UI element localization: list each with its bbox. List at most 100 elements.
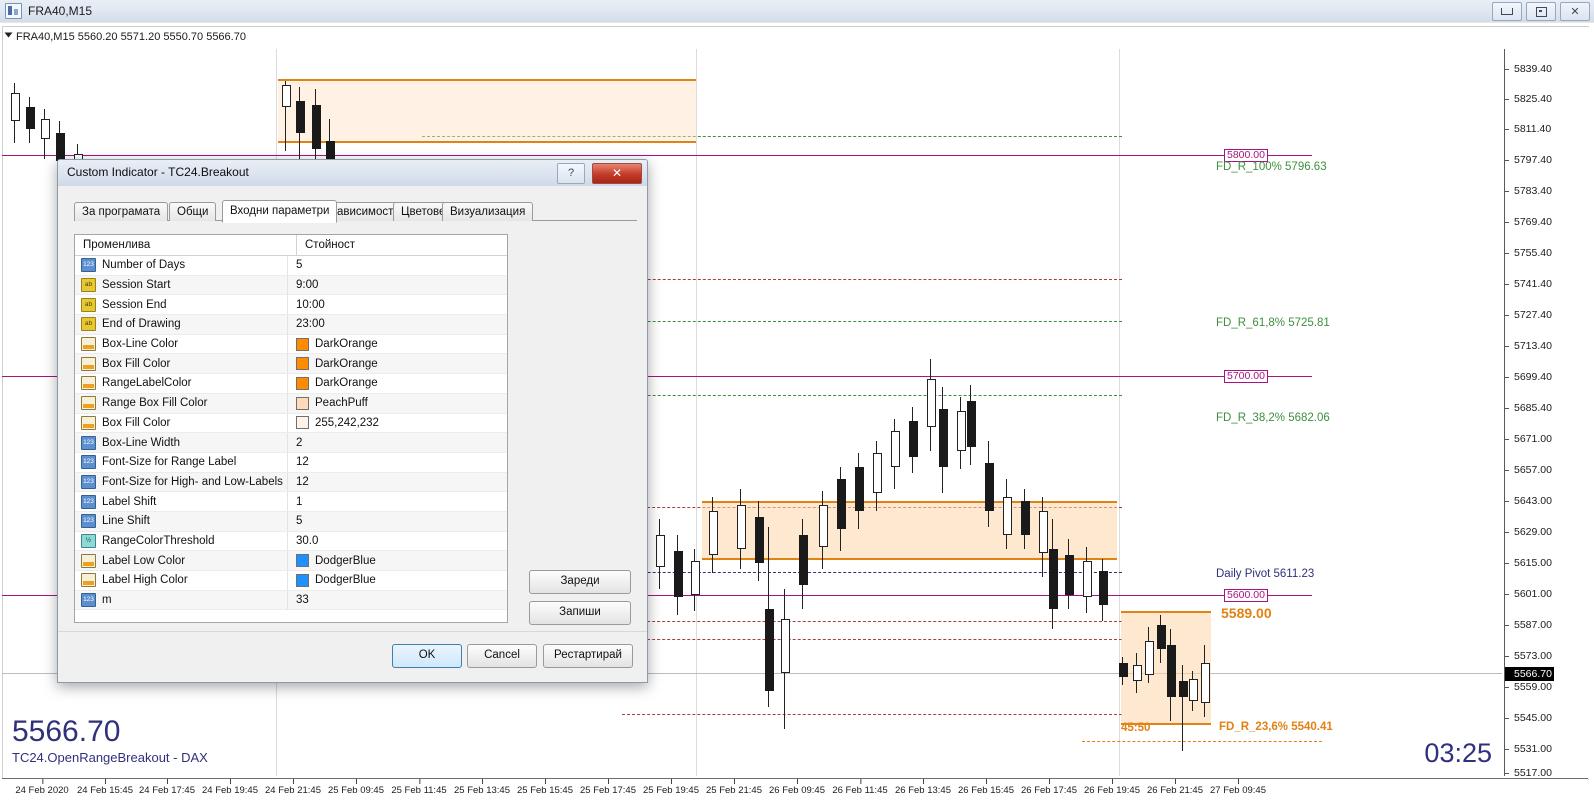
dialog-close-button[interactable]: ✕ <box>592 163 642 184</box>
parameter-value: DodgerBlue <box>315 574 376 587</box>
y-tick: 5573.00 <box>1505 650 1552 662</box>
parameter-value-cell[interactable]: 1 <box>288 492 507 511</box>
x-tick: 26 Feb 11:45 <box>832 779 888 796</box>
parameter-row[interactable]: ab Session End 10:00 <box>75 295 507 316</box>
parameter-value-cell[interactable]: 12 <box>288 453 507 472</box>
candle-body <box>1119 663 1128 677</box>
dialog-tabs: За програмата Общи Входни параметри Зави… <box>74 200 637 223</box>
candle-body <box>1133 665 1142 681</box>
parameter-value-cell[interactable]: 9:00 <box>288 276 507 295</box>
parameter-label: Font-Size for High- and Low-Labels <box>102 475 283 488</box>
ok-button[interactable]: OK <box>392 644 462 668</box>
price-tag-5600: 5600.00 <box>1224 589 1268 602</box>
parameter-name-cell: Label Low Color <box>75 551 288 570</box>
color-swatch <box>296 416 309 430</box>
parameter-row[interactable]: 123 Box-Line Width 2 <box>75 433 507 453</box>
parameter-row[interactable]: Box Fill Color 255,242,232 <box>75 413 507 434</box>
parameter-row[interactable]: ½ RangeColorThreshold 30.0 <box>75 531 507 552</box>
parameter-row[interactable]: 123 Font-Size for Range Label 12 <box>75 452 507 473</box>
load-button[interactable]: Зареди <box>529 570 631 594</box>
parameter-value-cell[interactable]: 12 <box>288 473 507 492</box>
cancel-button[interactable]: Cancel <box>467 644 537 668</box>
parameter-value-cell[interactable]: 5 <box>288 512 507 531</box>
y-tick: 5587.00 <box>1505 619 1552 631</box>
y-tick: 5685.40 <box>1505 402 1552 414</box>
support-line-4 <box>622 639 1122 640</box>
candle-body <box>1179 681 1188 697</box>
parameter-row[interactable]: 123 Font-Size for High- and Low-Labels 12 <box>75 472 507 493</box>
restart-button[interactable]: Рестартирай <box>543 644 633 668</box>
parameter-value-cell[interactable]: 30.0 <box>288 532 507 551</box>
y-tick: 5545.00 <box>1505 712 1552 724</box>
parameter-value-cell[interactable]: DarkOrange <box>288 354 507 373</box>
color-icon <box>81 337 96 352</box>
save-button[interactable]: Запиши <box>529 601 631 625</box>
parameter-row[interactable]: 123 m 33 <box>75 590 507 611</box>
parameter-row[interactable]: ab Session Start 9:00 <box>75 275 507 296</box>
parameter-value: 5 <box>296 515 303 528</box>
candle-body <box>1189 679 1198 701</box>
y-tick: 5741.40 <box>1505 278 1552 290</box>
parameter-row[interactable]: Label High Color DodgerBlue <box>75 571 507 591</box>
current-price-tick: 5566.70 <box>1505 667 1554 681</box>
parameter-row[interactable]: 123 Line Shift 5 <box>75 511 507 532</box>
collapse-triangle-icon[interactable] <box>4 32 13 38</box>
parameter-value: 2 <box>296 436 303 449</box>
x-tick: 25 Feb 15:45 <box>517 779 573 796</box>
x-tick: 26 Feb 21:45 <box>1147 779 1203 796</box>
y-tick: 5559.00 <box>1505 681 1552 693</box>
parameter-row[interactable]: Box Fill Color DarkOrange <box>75 354 507 375</box>
price-tag-5700: 5700.00 <box>1224 370 1268 383</box>
fib-label-618: FD_R_61,8% 5725.81 <box>1216 317 1330 329</box>
parameter-value-cell[interactable]: DodgerBlue <box>288 551 507 570</box>
dialog-titlebar[interactable]: Custom Indicator - TC24.Breakout ? ✕ <box>58 160 647 187</box>
parameter-row[interactable]: ab End of Drawing 23:00 <box>75 315 507 335</box>
color-swatch <box>296 396 309 410</box>
tab-about[interactable]: За програмата <box>74 202 169 221</box>
parameter-name-cell: ab End of Drawing <box>75 315 288 334</box>
parameters-grid[interactable]: Променлива Стойност 123 Number of Days 5 ab… <box>74 234 508 623</box>
parameter-value-cell[interactable]: 5 <box>288 256 507 275</box>
parameter-row[interactable]: 123 Number of Days 5 <box>75 256 507 276</box>
color-icon <box>81 553 96 568</box>
dialog-title: Custom Indicator - TC24.Breakout <box>67 165 249 179</box>
parameter-row[interactable]: Range Box Fill Color PeachPuff <box>75 393 507 414</box>
fib-label-100: FD_R_100% 5796.63 <box>1216 161 1327 173</box>
parameter-value-cell[interactable]: PeachPuff <box>288 394 507 413</box>
parameter-row[interactable]: RangeLabelColor DarkOrange <box>75 374 507 394</box>
color-icon <box>81 376 96 391</box>
parameter-row[interactable]: 123 Label Shift 1 <box>75 492 507 512</box>
x-tick: 24 Feb 21:45 <box>265 779 321 796</box>
minimize-button[interactable] <box>1492 2 1522 21</box>
close-button[interactable]: ✕ <box>1560 2 1590 21</box>
parameter-row[interactable]: Box-Line Color DarkOrange <box>75 334 507 355</box>
tab-inputs[interactable]: Входни параметри <box>222 200 338 223</box>
parameter-value-cell[interactable]: 33 <box>288 591 507 610</box>
header-value: Стойност <box>305 239 356 251</box>
price-scale[interactable]: 5839.40 5825.40 5811.40 5797.40 5783.40 … <box>1504 49 1594 779</box>
parameter-value-cell[interactable]: 23:00 <box>288 315 507 334</box>
parameter-row[interactable]: Label Low Color DodgerBlue <box>75 551 507 571</box>
parameter-value-cell[interactable]: 10:00 <box>288 295 507 314</box>
parameter-value-cell[interactable]: 2 <box>288 433 507 452</box>
custom-indicator-dialog[interactable]: Custom Indicator - TC24.Breakout ? ✕ За … <box>57 159 648 683</box>
tab-common[interactable]: Общи <box>169 202 217 221</box>
support-line-5 <box>622 714 1122 715</box>
parameter-value-cell[interactable]: DodgerBlue <box>288 571 507 590</box>
color-swatch <box>296 554 309 568</box>
y-tick: 5713.40 <box>1505 340 1552 352</box>
parameter-value-cell[interactable]: 255,242,232 <box>288 414 507 433</box>
time-scale[interactable]: 24 Feb 2020 24 Feb 15:45 24 Feb 17:45 24… <box>2 778 1588 801</box>
x-tick: 26 Feb 19:45 <box>1084 779 1140 796</box>
parameter-value-cell[interactable]: DarkOrange <box>288 374 507 393</box>
help-button[interactable]: ? <box>557 163 585 184</box>
maximize-button[interactable] <box>1526 2 1556 21</box>
quote-info-line: FRA40,M15 5560.20 5571.20 5550.70 5566.7… <box>4 31 246 43</box>
parameter-value-cell[interactable]: DarkOrange <box>288 335 507 354</box>
tab-visualization[interactable]: Визуализация <box>442 202 534 221</box>
readout-label: TC24.OpenRangeBreakout - DAX <box>12 750 208 765</box>
x-tick: 26 Feb 17:45 <box>1021 779 1077 796</box>
parameter-label: Box-Line Color <box>102 338 179 351</box>
x-tick: 26 Feb 09:45 <box>769 779 825 796</box>
parameter-name-cell: Label High Color <box>75 571 288 590</box>
